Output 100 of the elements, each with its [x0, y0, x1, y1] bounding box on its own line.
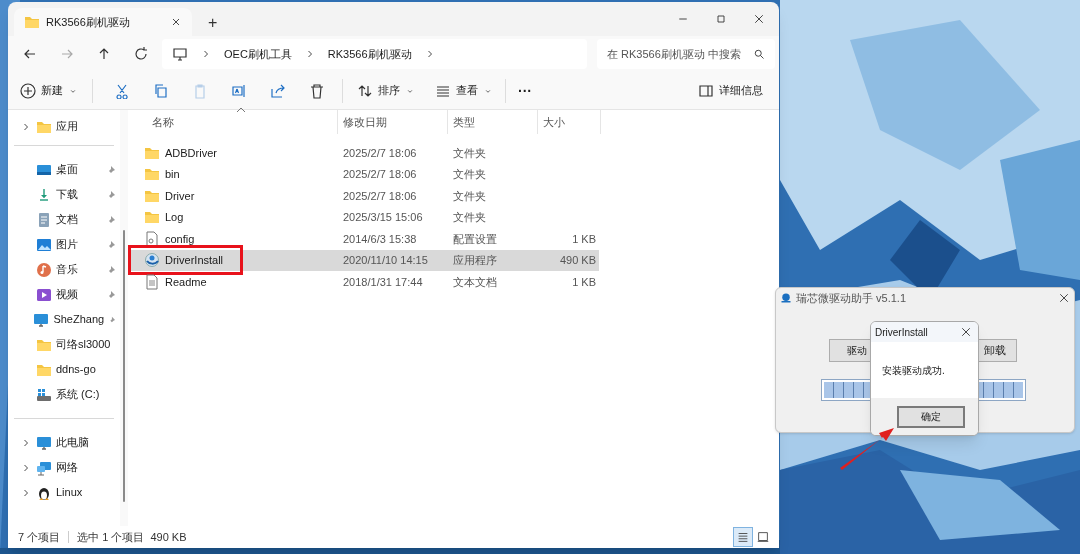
- item-count: 7 个项目: [18, 529, 61, 545]
- sidebar-label: 音乐: [56, 262, 79, 278]
- drive-icon: [36, 386, 52, 403]
- file-size: 1 KB: [572, 274, 596, 290]
- file-type: 文件夹: [452, 167, 487, 182]
- sidebar-label: 桌面: [56, 162, 79, 178]
- window-title: 瑞芯微驱动助手 v5.1.1: [796, 290, 908, 306]
- details-view-button[interactable]: [733, 527, 753, 547]
- file-row[interactable]: Log 2025/3/15 15:06 文件夹: [128, 206, 599, 228]
- sidebar-item[interactable]: 音乐: [8, 257, 120, 282]
- modified-date: 2020/11/10 14:15: [342, 253, 429, 268]
- details-pane-icon: [698, 82, 714, 99]
- scrollbar-thumb[interactable]: [123, 230, 125, 502]
- delete-button[interactable]: [308, 81, 326, 100]
- selection-count: 选中 1 个项目: [77, 529, 145, 545]
- file-type: 文件夹: [452, 210, 487, 225]
- file-type: 文件夹: [452, 188, 487, 204]
- sidebar-label: ddns-go: [56, 362, 97, 378]
- sidebar-label: 图片: [56, 237, 79, 253]
- monitor-icon: [33, 311, 50, 328]
- folder-icon: [144, 209, 160, 226]
- sidebar-label: SheZhang: [53, 312, 105, 328]
- sidebar-label: 文档: [56, 212, 79, 228]
- copy-button[interactable]: [152, 81, 170, 100]
- sidebar-item[interactable]: 网络: [8, 455, 120, 480]
- modified-date: 2025/2/7 18:06: [342, 188, 418, 204]
- maximize-icon: [715, 13, 727, 25]
- file-type: 配置设置: [452, 231, 498, 247]
- file-name: ADBDriver: [165, 145, 217, 161]
- network-icon: [36, 459, 52, 476]
- dialog-title: DriverInstall: [875, 325, 929, 340]
- app-icon: [144, 252, 160, 269]
- modified-date: 2014/6/3 15:38: [342, 231, 418, 247]
- sidebar-item[interactable]: 此电脑: [8, 430, 120, 455]
- breadcrumb-item[interactable]: RK3566刷机驱动: [327, 45, 412, 63]
- sidebar-item[interactable]: 下载: [8, 182, 120, 207]
- file-name: config: [165, 231, 195, 247]
- folder-icon: [144, 166, 160, 183]
- sidebar-item[interactable]: 桌面: [8, 157, 120, 182]
- music-icon: [36, 261, 52, 278]
- file-row[interactable]: Readme 2018/1/31 17:44 文本文档 1 KB: [128, 271, 599, 293]
- tab-label: RK3566刷机驱动: [46, 14, 131, 30]
- file-type: 应用程序: [452, 253, 498, 268]
- video-icon: [36, 286, 52, 303]
- file-row[interactable]: Driver 2025/2/7 18:06 文件夹: [128, 185, 599, 207]
- sidebar-label: 视频: [56, 287, 79, 303]
- view-button[interactable]: 查看: [435, 82, 493, 99]
- file-row[interactable]: ADBDriver 2025/2/7 18:06 文件夹: [128, 142, 599, 164]
- details-button[interactable]: 详细信息: [698, 82, 763, 99]
- sidebar-item[interactable]: 视频: [8, 282, 120, 307]
- file-name: bin: [165, 167, 180, 182]
- file-type: 文件夹: [452, 145, 487, 161]
- column-header[interactable]: 大小: [538, 110, 601, 134]
- monitor-icon: [36, 434, 52, 451]
- address-bar[interactable]: OEC刷机工具 RK3566刷机驱动: [162, 39, 587, 69]
- ok-button[interactable]: 确定: [897, 405, 965, 428]
- plus-icon: [20, 82, 36, 99]
- column-header[interactable]: 名称: [128, 110, 338, 134]
- column-header[interactable]: 类型: [448, 110, 538, 134]
- sidebar-item[interactable]: 文档: [8, 207, 120, 232]
- folder-icon: [24, 14, 40, 30]
- sort-caret-icon: [236, 107, 246, 113]
- refresh-icon: [133, 46, 149, 62]
- file-row[interactable]: config 2014/6/3 15:38 配置设置 1 KB: [128, 228, 599, 250]
- breadcrumb-item[interactable]: OEC刷机工具: [224, 45, 292, 63]
- text-file-icon: [144, 273, 160, 290]
- sidebar-label: Linux: [56, 485, 84, 501]
- sidebar-label: 下载: [56, 187, 79, 203]
- file-name: Log: [165, 210, 184, 225]
- dialog-message: 安装驱动成功.: [882, 363, 945, 378]
- close-icon: [753, 13, 765, 25]
- sidebar-item[interactable]: Linux: [8, 480, 120, 505]
- sidebar-item[interactable]: 系统 (C:): [8, 382, 120, 407]
- file-row[interactable]: bin 2025/2/7 18:06 文件夹: [128, 163, 599, 185]
- sidebar-item[interactable]: 司络sl3000: [8, 332, 120, 357]
- new-tab-button[interactable]: +: [202, 15, 224, 31]
- file-type: 文本文档: [452, 274, 498, 290]
- folder-tab[interactable]: RK3566刷机驱动: [14, 8, 192, 36]
- file-name: Driver: [165, 188, 195, 204]
- sort-button[interactable]: 排序: [357, 82, 415, 99]
- sidebar-item[interactable]: SheZhang: [8, 307, 120, 332]
- picture-icon: [36, 236, 52, 253]
- annotation-arrow: [840, 428, 894, 470]
- modified-date: 2018/1/31 17:44: [342, 274, 424, 290]
- sidebar-label: 此电脑: [56, 435, 90, 451]
- search-field[interactable]: 在 RK3566刷机驱动 中搜索: [597, 39, 775, 69]
- new-button[interactable]: 新建: [18, 82, 80, 99]
- sidebar-item[interactable]: 应用: [8, 114, 120, 139]
- file-name: Readme: [165, 274, 207, 290]
- sidebar-item[interactable]: ddns-go: [8, 357, 120, 382]
- file-size: 1 KB: [572, 231, 596, 247]
- sidebar-label: 应用: [56, 119, 79, 135]
- sidebar-label: 网络: [56, 460, 79, 476]
- document-icon: [36, 211, 52, 228]
- file-size: 490 KB: [559, 253, 596, 268]
- column-header[interactable]: 修改日期: [338, 110, 448, 134]
- more-button[interactable]: ···: [518, 83, 532, 98]
- sidebar-item[interactable]: 图片: [8, 232, 120, 257]
- close-icon: [1058, 292, 1070, 304]
- modified-date: 2025/2/7 18:06: [342, 167, 418, 182]
